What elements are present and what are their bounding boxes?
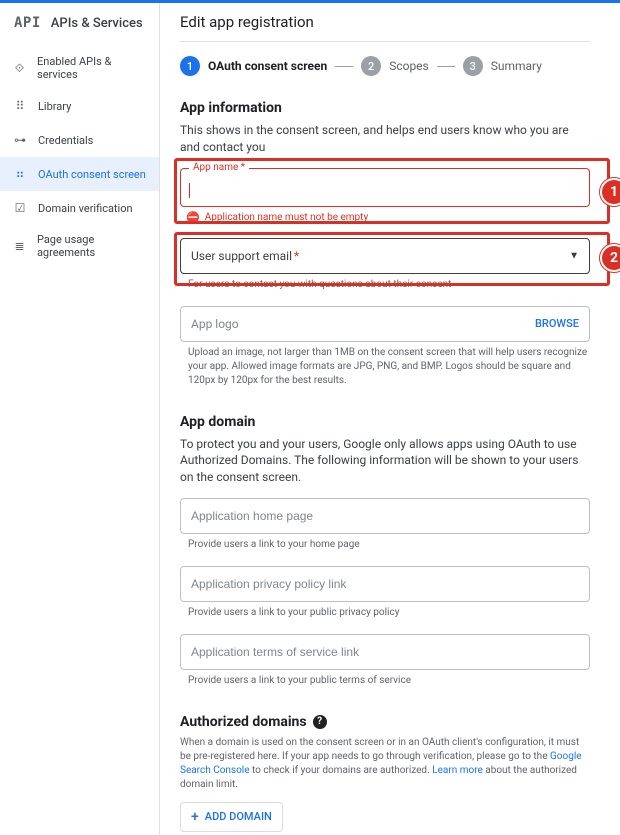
step-summary[interactable]: 3 Summary — [463, 56, 542, 76]
app-name-field[interactable]: App name * — [180, 168, 590, 207]
help-icon[interactable]: ? — [313, 715, 327, 729]
privacy-policy-input[interactable] — [180, 566, 590, 602]
main-content: Edit app registration 1 OAuth consent sc… — [160, 3, 620, 835]
step-number: 2 — [361, 56, 381, 76]
chevron-down-icon: ▼ — [569, 250, 579, 261]
section-app-information: App information This shows in the consen… — [180, 100, 590, 388]
grid-icon: ⟐ — [10, 59, 29, 77]
check-icon: ☑ — [10, 199, 30, 217]
terms-of-service-input[interactable] — [180, 634, 590, 670]
step-number: 1 — [180, 56, 200, 76]
sidebar-item-label: Enabled APIs & services — [37, 55, 149, 81]
annotation-badge-2: 2 — [600, 244, 620, 272]
consent-icon: ⠶ — [10, 165, 30, 183]
add-domain-label: ADD DOMAIN — [205, 810, 272, 823]
app-name-error: ⛔ Application name must not be empty — [180, 211, 590, 224]
sidebar-item-library[interactable]: ⠿ Library — [0, 89, 159, 123]
app-logo-helper: Upload an image, not larger than 1MB on … — [180, 346, 590, 388]
step-label: Summary — [491, 59, 542, 73]
sidebar-item-label: Credentials — [38, 134, 93, 147]
sidebar-item-label: Domain verification — [38, 202, 133, 215]
stepper: 1 OAuth consent screen 2 Scopes 3 Summar… — [180, 56, 590, 76]
sidebar-nav: ⟐ Enabled APIs & services ⠿ Library ⊶ Cr… — [0, 43, 159, 267]
sidebar-item-label: Page usage agreements — [37, 233, 149, 259]
section-title: App domain — [180, 414, 590, 430]
step-oauth-consent[interactable]: 1 OAuth consent screen — [180, 56, 327, 76]
sidebar-item-credentials[interactable]: ⊶ Credentials — [0, 123, 159, 157]
browse-button[interactable]: BROWSE — [535, 317, 579, 330]
step-number: 3 — [463, 56, 483, 76]
user-support-email-helper: For users to contact you with questions … — [180, 278, 590, 292]
section-title: App information — [180, 100, 590, 116]
sidebar-header: API APIs & Services — [0, 3, 159, 43]
sidebar: API APIs & Services ⟐ Enabled APIs & ser… — [0, 3, 160, 835]
sidebar-item-domain-verification[interactable]: ☑ Domain verification — [0, 191, 159, 225]
step-label: OAuth consent screen — [208, 59, 327, 73]
home-page-helper: Provide users a link to your home page — [180, 538, 590, 552]
step-divider — [335, 66, 353, 67]
app-name-input[interactable] — [191, 183, 579, 197]
app-logo-label: App logo — [191, 317, 239, 331]
step-scopes[interactable]: 2 Scopes — [361, 56, 429, 76]
user-support-email-label: User support email — [191, 249, 292, 263]
section-description: This shows in the consent screen, and he… — [180, 122, 590, 156]
section-app-domain: App domain To protect you and your users… — [180, 414, 590, 688]
sidebar-item-page-usage[interactable]: ≣ Page usage agreements — [0, 225, 159, 267]
user-support-email-select[interactable]: User support email* ▼ — [180, 238, 590, 274]
product-title: APIs & Services — [51, 16, 143, 31]
sidebar-item-enabled-apis[interactable]: ⟐ Enabled APIs & services — [0, 47, 159, 89]
step-label: Scopes — [389, 59, 429, 73]
plus-icon: + — [191, 809, 199, 825]
home-page-input[interactable] — [180, 498, 590, 534]
sidebar-item-label: OAuth consent screen — [38, 168, 146, 181]
library-icon: ⠿ — [10, 97, 30, 115]
sidebar-item-label: Library — [38, 100, 71, 113]
section-title: Authorized domains — [180, 714, 307, 730]
agreement-icon: ≣ — [10, 237, 29, 255]
app-name-label: App name * — [189, 162, 249, 173]
step-divider — [437, 66, 455, 67]
error-text: Application name must not be empty — [205, 212, 368, 223]
page-title: Edit app registration — [180, 13, 590, 42]
app-logo-field[interactable]: App logo BROWSE — [180, 306, 590, 342]
key-icon: ⊶ — [10, 131, 30, 149]
annotation-badge-1: 1 — [600, 178, 620, 206]
sidebar-item-oauth-consent[interactable]: ⠶ OAuth consent screen — [0, 157, 159, 191]
api-logo-icon: API — [14, 15, 41, 31]
add-domain-button[interactable]: + ADD DOMAIN — [180, 802, 283, 832]
section-authorized-domains: Authorized domains ? When a domain is us… — [180, 714, 590, 832]
error-icon: ⛔ — [186, 211, 200, 224]
learn-more-link[interactable]: Learn more — [432, 765, 483, 776]
authorized-domains-desc: When a domain is used on the consent scr… — [180, 736, 590, 792]
section-description: To protect you and your users, Google on… — [180, 436, 590, 486]
required-asterisk: * — [294, 249, 299, 263]
privacy-policy-helper: Provide users a link to your public priv… — [180, 606, 590, 620]
text-caret-icon — [189, 183, 190, 198]
terms-of-service-helper: Provide users a link to your public term… — [180, 674, 590, 688]
